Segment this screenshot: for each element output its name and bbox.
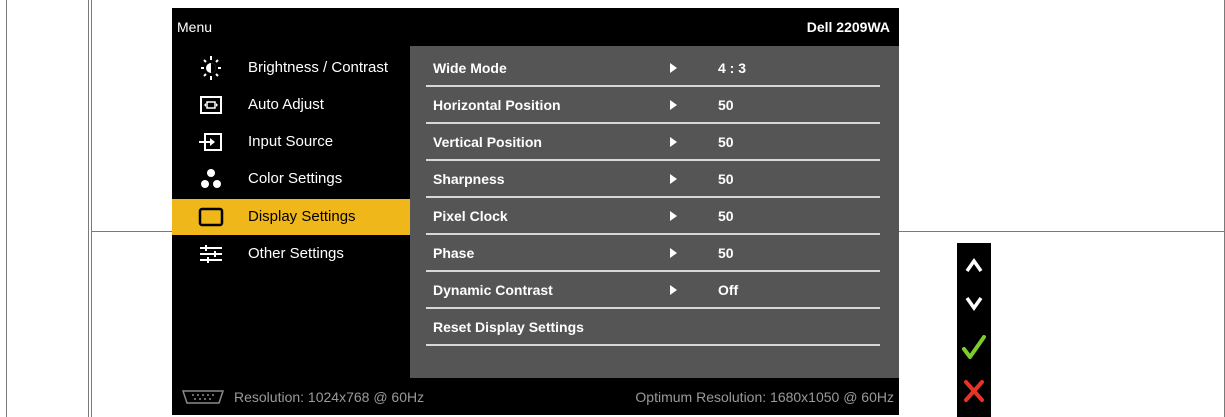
osd-header: Menu Dell 2209WA (172, 8, 899, 46)
setting-vertical-position[interactable]: Vertical Position 50 (426, 124, 880, 161)
menu-item-other-settings[interactable]: Other Settings (172, 236, 410, 272)
setting-dynamic-contrast[interactable]: Dynamic Contrast Off (426, 272, 880, 309)
display-settings-icon (196, 205, 226, 229)
menu-item-label: Input Source (248, 133, 334, 150)
osd-title: Menu (177, 19, 213, 35)
other-settings-icon (196, 242, 226, 266)
row-divider (426, 344, 880, 346)
setting-value: 50 (718, 171, 734, 187)
osd-navigation-buttons (957, 243, 991, 417)
setting-value: 50 (718, 245, 734, 261)
setting-label: Phase (433, 245, 475, 261)
setting-value: 4 : 3 (718, 60, 747, 76)
setting-label: Dynamic Contrast (433, 282, 553, 298)
input-source-icon (196, 130, 226, 154)
osd-footer: Resolution: 1024x768 @ 60Hz Optimum Reso… (172, 378, 899, 415)
color-settings-icon (196, 167, 226, 191)
setting-value: 50 (718, 208, 734, 224)
setting-pixel-clock[interactable]: Pixel Clock 50 (426, 198, 880, 235)
menu-item-label: Other Settings (248, 245, 344, 262)
confirm-button[interactable] (957, 329, 991, 367)
arrow-right-icon (670, 174, 677, 184)
setting-label: Reset Display Settings (433, 319, 584, 335)
current-resolution: Resolution: 1024x768 @ 60Hz (234, 389, 425, 405)
setting-label: Vertical Position (433, 134, 542, 150)
optimum-resolution: Optimum Resolution: 1680x1050 @ 60Hz (635, 389, 894, 405)
down-button[interactable] (957, 284, 991, 322)
setting-value: 50 (718, 134, 734, 150)
arrow-right-icon (670, 100, 677, 110)
arrow-right-icon (670, 211, 677, 221)
monitor-model: Dell 2209WA (806, 19, 890, 35)
setting-label: Wide Mode (433, 60, 507, 76)
menu-item-label: Display Settings (248, 208, 356, 225)
setting-horizontal-position[interactable]: Horizontal Position 50 (426, 87, 880, 124)
menu-item-color-settings[interactable]: Color Settings (172, 161, 410, 197)
arrow-right-icon (670, 137, 677, 147)
setting-label: Sharpness (433, 171, 505, 187)
brightness-icon (196, 56, 226, 80)
up-button[interactable] (957, 247, 991, 285)
setting-sharpness[interactable]: Sharpness 50 (426, 161, 880, 198)
display-settings-panel: Wide Mode 4 : 3 Horizontal Position 50 V… (410, 46, 899, 378)
frame-divider-3 (91, 0, 92, 417)
menu-item-auto-adjust[interactable]: Auto Adjust (172, 87, 410, 123)
arrow-right-icon (670, 63, 677, 73)
setting-reset-display-settings[interactable]: Reset Display Settings (426, 309, 880, 346)
auto-adjust-icon (196, 93, 226, 117)
setting-phase[interactable]: Phase 50 (426, 235, 880, 272)
arrow-right-icon (670, 248, 677, 258)
menu-item-display-settings[interactable]: Display Settings (172, 199, 410, 235)
checkmark-icon (957, 335, 991, 371)
close-icon (957, 380, 991, 414)
main-menu-list: Brightness / Contrast Auto Adjust Input … (172, 46, 410, 378)
down-arrow-icon (957, 296, 991, 326)
frame-divider-2 (88, 0, 89, 417)
osd-menu: Menu Dell 2209WA Brightness / Contrast A… (172, 8, 899, 415)
setting-value: Off (718, 282, 739, 298)
menu-item-label: Brightness / Contrast (248, 59, 389, 76)
menu-item-label: Auto Adjust (248, 96, 324, 113)
menu-item-label: Color Settings (248, 170, 343, 187)
setting-wide-mode[interactable]: Wide Mode 4 : 3 (426, 50, 880, 87)
setting-label: Horizontal Position (433, 97, 561, 113)
vga-connector-icon (180, 389, 226, 405)
setting-value: 50 (718, 97, 734, 113)
menu-item-input-source[interactable]: Input Source (172, 124, 410, 160)
exit-button[interactable] (957, 372, 991, 410)
menu-item-brightness-contrast[interactable]: Brightness / Contrast (172, 50, 410, 86)
setting-label: Pixel Clock (433, 208, 508, 224)
arrow-right-icon (670, 285, 677, 295)
frame-divider-left (6, 0, 7, 417)
